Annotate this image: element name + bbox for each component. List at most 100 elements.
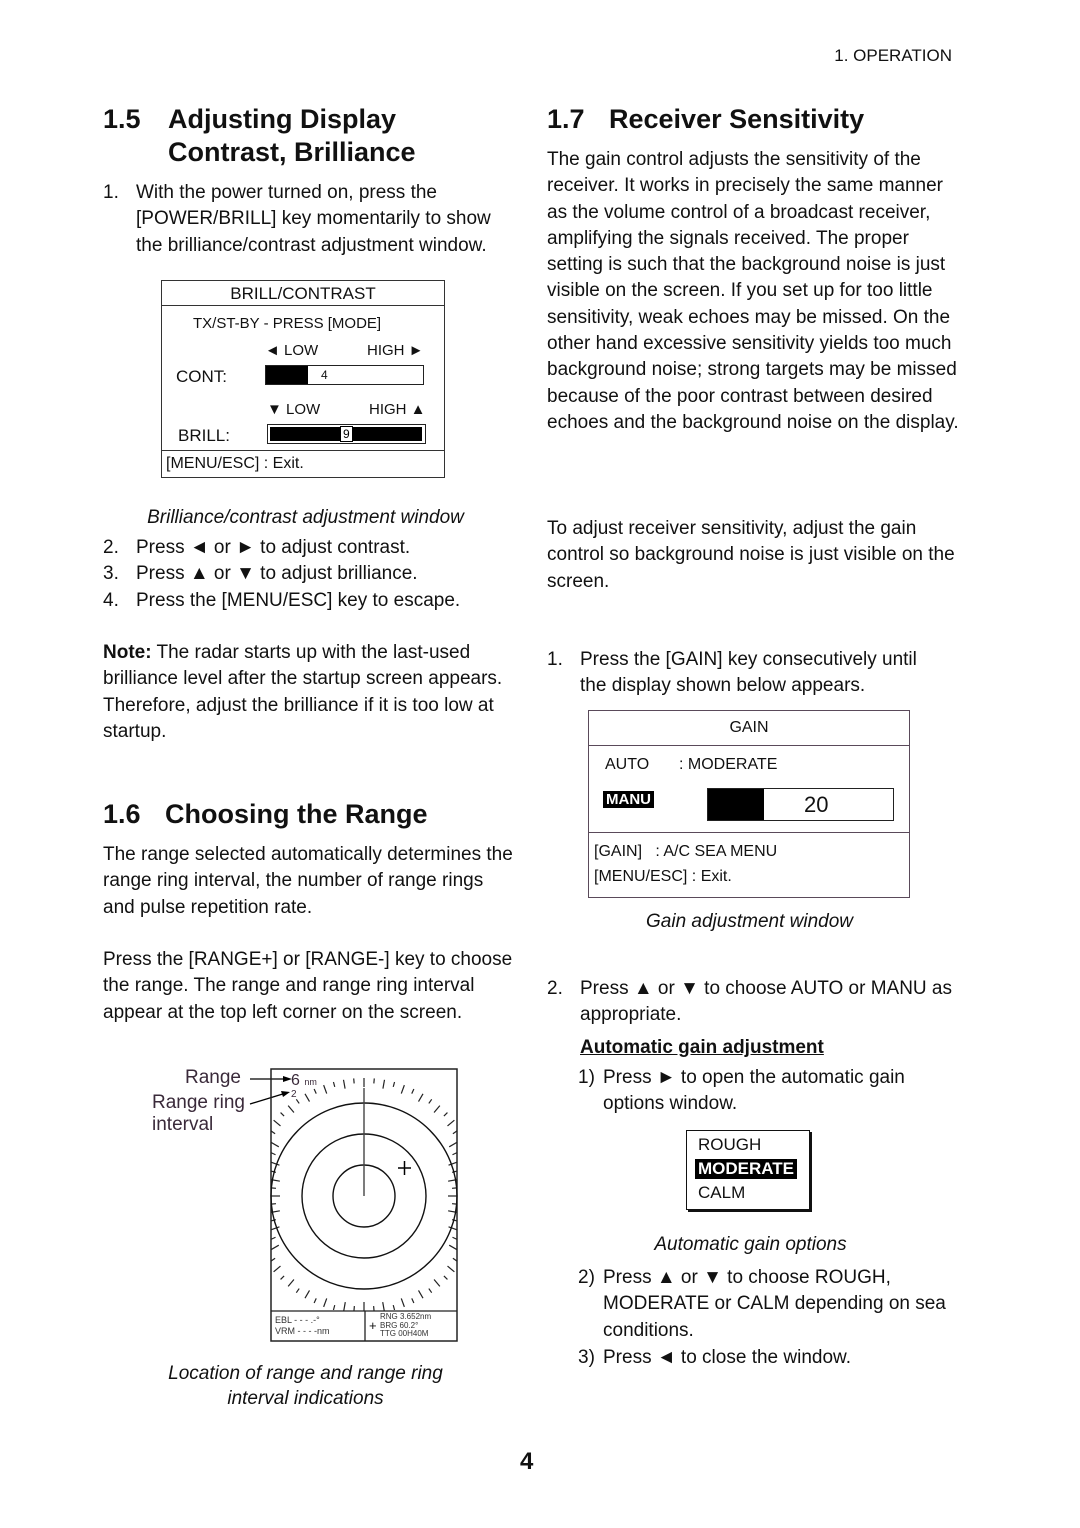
step-text: Press ► to open the automatic gain optio…	[603, 1067, 905, 1115]
bearing-tick	[400, 1298, 405, 1308]
brill-low-label: ▼ LOW	[267, 401, 321, 418]
option-rough[interactable]: ROUGH	[698, 1135, 761, 1155]
bearing-tick	[417, 1093, 424, 1102]
bearing-tick	[280, 1275, 285, 1280]
gain-value: 20	[804, 792, 829, 817]
sub-step-3: 3) Press ◄ to close the window.	[578, 1345, 948, 1371]
step-number: 3.	[103, 563, 119, 584]
cursor-icon: +	[369, 1318, 377, 1333]
gain-bar[interactable]: 20	[707, 788, 894, 821]
step-number: 1.	[547, 649, 563, 670]
heading-1-6: 1.6 Choosing the Range	[103, 798, 428, 831]
vrm-readout: VRM - - - -nm	[275, 1326, 330, 1336]
gain-bar-fill	[708, 789, 764, 820]
heading-1-5: 1.5 Adjusting Display Contrast, Brillianc…	[103, 103, 416, 169]
bearing-tick	[304, 1290, 311, 1299]
brilliance-bar[interactable]: 9	[267, 424, 426, 444]
sensitivity-para-1: The gain control adjusts the sensitivity…	[547, 149, 959, 433]
step-2: 2. Press ◄ or ► to adjust contrast.	[103, 535, 513, 561]
step-number: 2.	[547, 978, 563, 999]
bearing-tick	[343, 1302, 346, 1312]
brill-label: BRILL:	[178, 426, 230, 445]
section-title: Choosing the Range	[165, 799, 428, 829]
auto-label: AUTO	[605, 756, 650, 773]
window-title: BRILL/CONTRAST	[230, 284, 376, 303]
bearing-tick	[428, 1288, 433, 1294]
figure-caption: Automatic gain options	[654, 1234, 847, 1255]
bearing-tick	[273, 1119, 281, 1127]
status-text: TX/ST-BY - PRESS [MODE]	[193, 315, 382, 332]
section-number: 1.5	[103, 104, 141, 134]
bearing-tick	[270, 1141, 280, 1148]
gain-title: GAIN	[729, 719, 769, 736]
step-number: 1)	[578, 1067, 595, 1088]
contrast-value: 4	[321, 368, 328, 382]
step-text: Press the [GAIN] key consecutively until…	[580, 649, 917, 697]
option-calm[interactable]: CALM	[698, 1183, 745, 1203]
bearing-tick	[433, 1105, 441, 1113]
running-header: 1. OPERATION	[834, 46, 952, 65]
bearing-tick	[447, 1265, 455, 1273]
figure-caption: Brilliance/contrast adjustment window	[147, 507, 464, 528]
bearing-tick	[304, 1093, 311, 1102]
bearing-tick	[448, 1226, 458, 1231]
section-title: Adjusting Display	[168, 104, 397, 134]
window-footer: [MENU/ESC] : Exit.	[166, 455, 304, 472]
figure-caption: Location of range and range ring interva…	[168, 1363, 443, 1409]
step-number: 2)	[578, 1267, 595, 1288]
section-title: Receiver Sensitivity	[609, 104, 865, 134]
sensitivity-para-2: To adjust receiver sensitivity, adjust t…	[547, 518, 955, 592]
bearing-tick	[332, 1081, 336, 1088]
sub-step-2: 2) Press ▲ or ▼ to choose ROUGH, MODERAT…	[578, 1265, 948, 1344]
contrast-bar-fill	[266, 366, 309, 384]
ring-arrow	[249, 1092, 287, 1105]
brilliance-value: 9	[340, 426, 353, 442]
brill-high-label: HIGH ▲	[369, 401, 426, 418]
bearing-tick	[448, 1161, 458, 1166]
bearing-tick	[443, 1275, 448, 1280]
heading-1-7: 1.7 Receiver Sensitivity	[547, 103, 864, 136]
bearing-tick	[313, 1298, 317, 1304]
bearing-tick	[411, 1298, 415, 1304]
bearing-tick	[448, 1141, 458, 1148]
gain-window: GAIN AUTO : MODERATE MANU 20 [GAIN] : A/…	[588, 710, 910, 898]
range-value: 6 nm	[291, 1072, 317, 1089]
bearing-tick	[280, 1112, 285, 1117]
ttg-readout: TTG 00H40M	[380, 1329, 429, 1338]
sub-step-1: 1) Press ► to open the automatic gain op…	[578, 1065, 948, 1118]
gain-footer-1: [GAIN] : A/C SEA MENU	[594, 843, 778, 860]
bearing-tick	[332, 1304, 336, 1311]
bearing-tick	[448, 1244, 458, 1251]
bearing-tick	[417, 1290, 424, 1299]
bearing-tick	[273, 1265, 281, 1273]
range-para-2: Press the [RANGE+] or [RANGE-] key to ch…	[103, 949, 513, 1023]
contrast-bar[interactable]: 4	[265, 365, 424, 385]
step-number: 2.	[103, 537, 119, 558]
manu-label[interactable]: MANU	[603, 791, 654, 808]
ring-interval-value: 2	[291, 1089, 297, 1100]
section-number: 1.6	[103, 799, 141, 829]
cont-high-label: HIGH ►	[367, 342, 424, 359]
bearing-tick	[392, 1304, 396, 1311]
cont-label: CONT:	[176, 367, 227, 386]
step-text: Press the [MENU/ESC] key to escape.	[136, 590, 461, 611]
cont-low-label: ◄ LOW	[265, 342, 319, 359]
note-label: Note:	[103, 642, 152, 663]
step-text: Press ▲ or ▼ to choose ROUGH, MODERATE o…	[603, 1267, 946, 1341]
step-4: 4. Press the [MENU/ESC] key to escape.	[103, 588, 513, 614]
gain-footer-2: [MENU/ESC] : Exit.	[594, 868, 732, 885]
step-1: 1. With the power turned on, press the […	[103, 180, 513, 259]
bearing-tick	[323, 1084, 328, 1094]
gain-step-2: 2. Press ▲ or ▼ to choose AUTO or MANU a…	[547, 976, 957, 1029]
step-3: 3. Press ▲ or ▼ to adjust brilliance.	[103, 561, 513, 587]
range-para-1: The range selected automatically determi…	[103, 844, 513, 918]
step-number: 3)	[578, 1347, 595, 1368]
bearing-tick	[400, 1084, 405, 1094]
note-text: The radar starts up with the last-used b…	[103, 642, 503, 742]
option-moderate-selected[interactable]: MODERATE	[695, 1159, 798, 1179]
brill-contrast-window: BRILL/CONTRAST TX/ST-BY - PRESS [MODE] ◄…	[161, 280, 445, 478]
bearing-tick	[342, 1079, 346, 1089]
figure-caption: Gain adjustment window	[646, 911, 853, 932]
bearing-tick	[287, 1105, 295, 1113]
step-text: Press ▲ or ▼ to adjust brilliance.	[136, 563, 418, 584]
